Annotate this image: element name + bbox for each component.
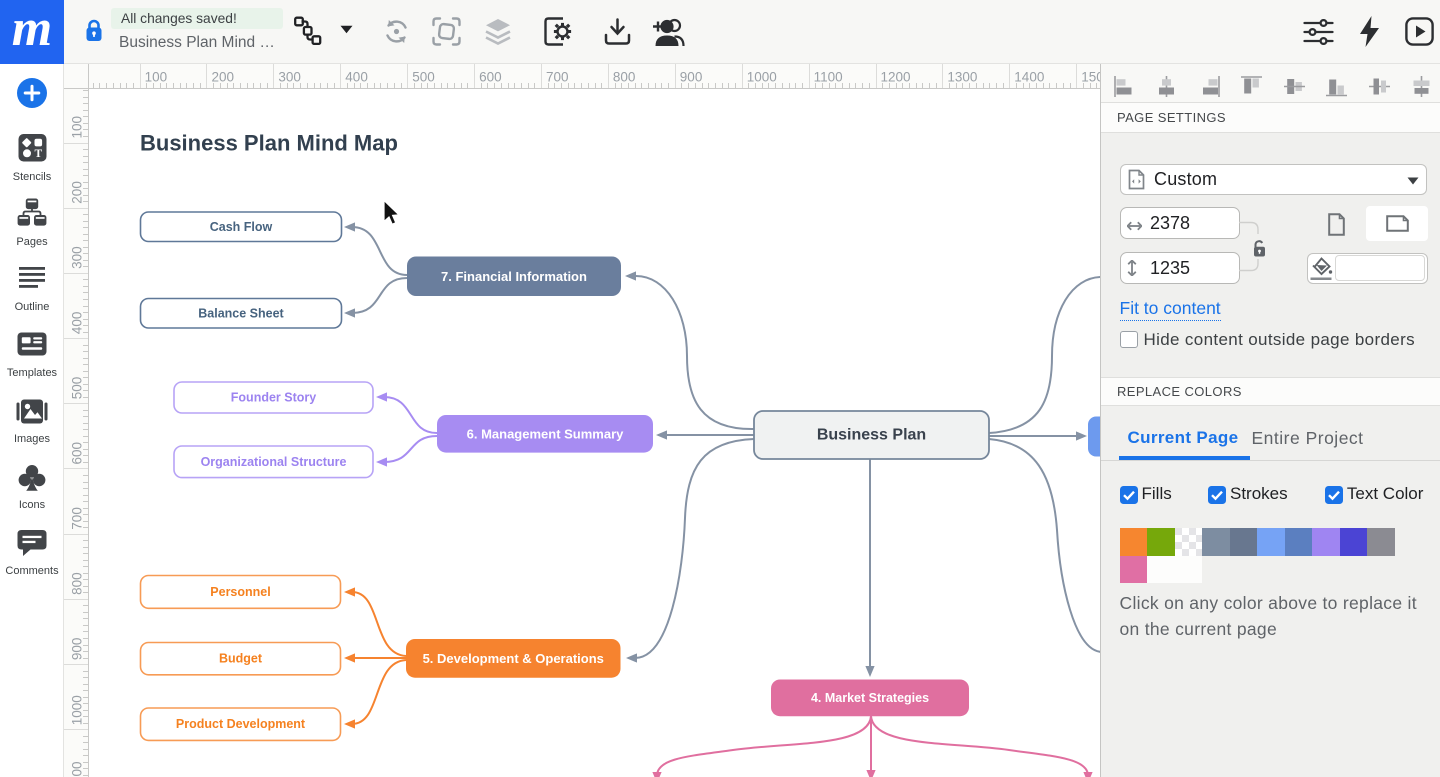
svg-text:Product Development: Product Development <box>176 717 306 731</box>
svg-text:1100: 1100 <box>814 70 843 85</box>
svg-text:400: 400 <box>70 312 85 335</box>
svg-text:1000: 1000 <box>747 70 777 85</box>
svg-text:Balance Sheet: Balance Sheet <box>198 306 284 320</box>
svg-text:200: 200 <box>70 181 85 204</box>
svg-text:300: 300 <box>278 70 301 85</box>
svg-text:4. Market Strategies: 4. Market Strategies <box>811 691 929 705</box>
svg-text:800: 800 <box>613 70 636 85</box>
svg-text:300: 300 <box>70 246 85 269</box>
svg-text:1300: 1300 <box>947 70 977 85</box>
svg-text:900: 900 <box>680 70 703 85</box>
svg-text:600: 600 <box>70 442 85 465</box>
svg-text:700: 700 <box>70 507 85 530</box>
svg-text:700: 700 <box>546 70 569 85</box>
svg-text:600: 600 <box>479 70 502 85</box>
svg-text:1500: 1500 <box>1081 70 1100 85</box>
svg-text:900: 900 <box>70 638 85 661</box>
svg-text:1400: 1400 <box>1014 70 1044 85</box>
svg-text:200: 200 <box>212 70 235 85</box>
svg-text:7. Financial Information: 7. Financial Information <box>441 269 587 284</box>
svg-text:400: 400 <box>345 70 368 85</box>
svg-text:Business Plan: Business Plan <box>817 427 926 444</box>
svg-text:100: 100 <box>145 70 168 85</box>
svg-text:Founder Story: Founder Story <box>231 391 316 405</box>
svg-text:Cash Flow: Cash Flow <box>210 220 273 234</box>
svg-text:500: 500 <box>70 377 85 400</box>
svg-text:1100: 1100 <box>70 761 85 777</box>
svg-text:800: 800 <box>70 572 85 595</box>
svg-text:Organizational Structure: Organizational Structure <box>201 455 347 469</box>
svg-text:5. Development & Operations: 5. Development & Operations <box>423 651 604 666</box>
svg-text:Budget: Budget <box>219 652 263 666</box>
svg-text:500: 500 <box>412 70 435 85</box>
svg-text:100: 100 <box>70 116 85 139</box>
svg-text:1000: 1000 <box>70 695 85 725</box>
svg-text:Personnel: Personnel <box>210 585 270 599</box>
svg-text:1200: 1200 <box>881 70 911 85</box>
svg-text:6. Management Summary: 6. Management Summary <box>467 426 625 441</box>
svg-text:Business Plan Mind Map: Business Plan Mind Map <box>140 131 398 156</box>
svg-text:T: T <box>34 148 42 160</box>
